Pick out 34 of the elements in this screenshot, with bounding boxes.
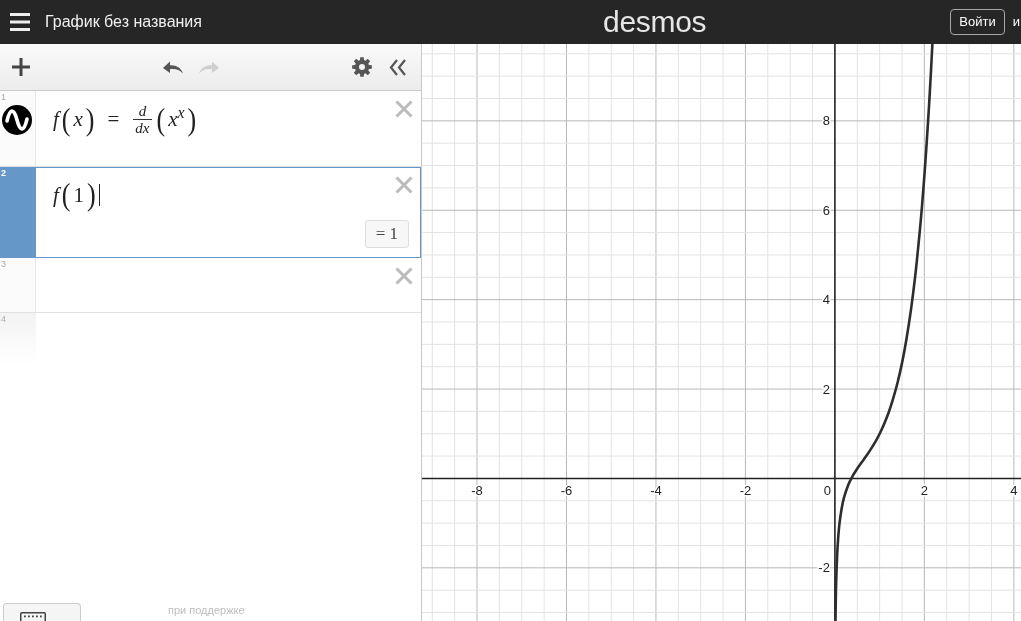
menu-icon[interactable] xyxy=(10,13,30,31)
axis-tick-label: 4 xyxy=(822,292,830,308)
result-value: = 1 xyxy=(364,220,409,248)
axis-tick-label: -4 xyxy=(650,483,662,499)
line-number: 3 xyxy=(0,258,6,269)
partial-text: и xyxy=(1012,13,1020,32)
keyboard-button[interactable] xyxy=(3,603,81,621)
axis-tick-label: 8 xyxy=(822,113,830,129)
settings-icon[interactable] xyxy=(352,57,372,77)
keyboard-icon[interactable] xyxy=(20,612,46,621)
axis-tick-label: -2 xyxy=(818,560,830,576)
graph-title[interactable]: График без названия xyxy=(45,10,202,34)
line-number: 1 xyxy=(0,91,6,102)
expression-field[interactable]: f(1) xyxy=(52,179,395,211)
axis-tick-label: 2 xyxy=(920,483,928,499)
graph-area[interactable]: 8 6 4 2 -8 -6 -4 -2 0 2 4 -2 xyxy=(422,44,1021,621)
expression-row[interactable]: 2 f(1) = 1 xyxy=(0,167,421,258)
axis-tick-label: -8 xyxy=(471,483,483,499)
line-number: 2 xyxy=(0,167,6,178)
line-number: 4 xyxy=(0,313,6,324)
powered-by-text: при поддержке xyxy=(168,604,245,617)
undo-icon[interactable] xyxy=(163,60,183,74)
axis-tick-label: 4 xyxy=(1010,483,1018,499)
double-chevron-icon[interactable] xyxy=(389,58,407,76)
axis-tick-label: 2 xyxy=(822,381,830,397)
axis-tick-label: -2 xyxy=(739,483,752,499)
logo-text: desmos xyxy=(603,7,707,37)
origin-label: 0 xyxy=(823,483,831,499)
plus-icon[interactable] xyxy=(12,58,30,76)
axis-tick-label: -6 xyxy=(560,483,573,499)
text-cursor xyxy=(98,184,100,206)
wave-icon[interactable] xyxy=(2,105,32,135)
login-button[interactable]: Войти xyxy=(950,9,1005,35)
axis-tick-label: 6 xyxy=(822,202,830,218)
